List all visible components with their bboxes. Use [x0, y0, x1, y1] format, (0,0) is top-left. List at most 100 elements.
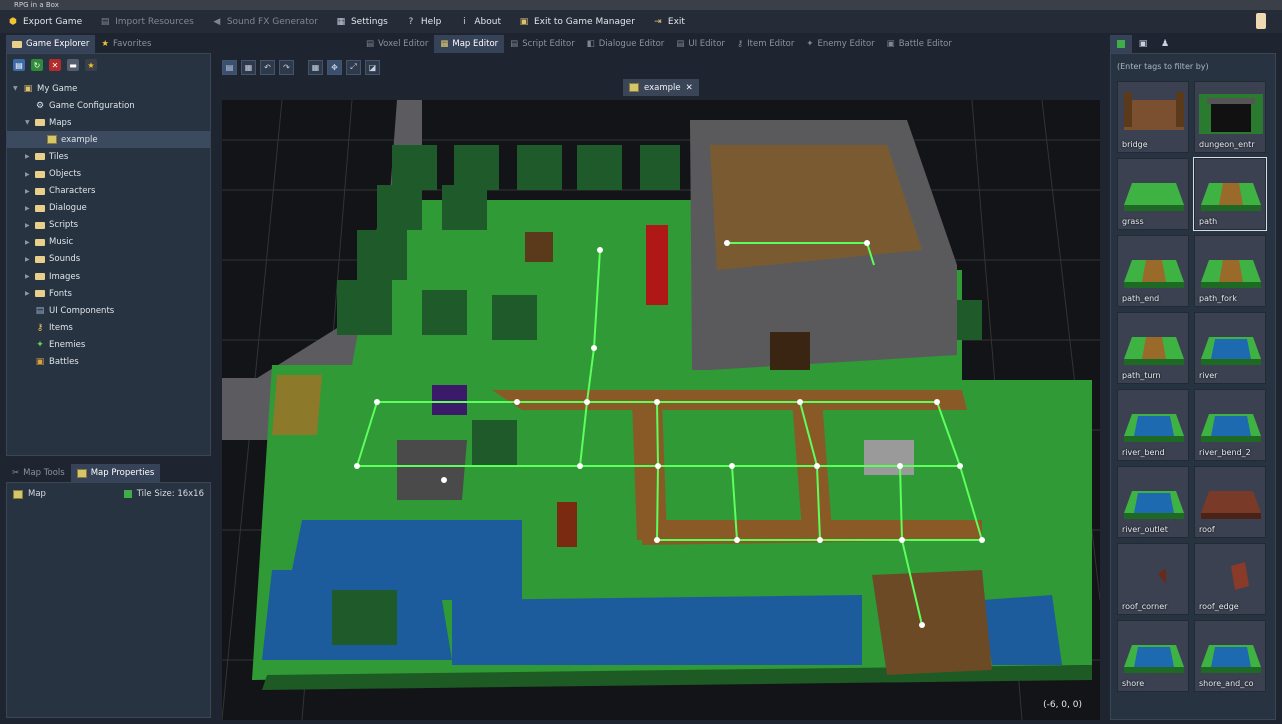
- tile-grass[interactable]: grass: [1117, 158, 1189, 230]
- menu-item-settings[interactable]: ▦ Settings: [336, 17, 388, 27]
- tile-river-outlet[interactable]: river_outlet: [1117, 466, 1189, 538]
- chevron-right-icon[interactable]: ▶: [25, 171, 31, 178]
- tree-item-music[interactable]: ▶ Music: [7, 234, 210, 251]
- chevron-right-icon[interactable]: ▶: [25, 205, 31, 212]
- camera-icon[interactable]: ◪: [365, 59, 380, 75]
- map-viewport[interactable]: (-6, 0, 0): [222, 100, 1100, 720]
- tile-river-bend-2[interactable]: river_bend_2: [1194, 389, 1266, 461]
- tree-item-enemies[interactable]: ✦ Enemies: [7, 336, 210, 353]
- menu-item-export-game[interactable]: ⬢ Export Game: [8, 17, 82, 27]
- tree-item-maps[interactable]: ▼ Maps: [7, 114, 210, 131]
- menu-item-import-resources[interactable]: ▤ Import Resources: [100, 17, 194, 27]
- chevron-right-icon[interactable]: ▶: [25, 188, 31, 195]
- tile-bridge[interactable]: bridge: [1117, 81, 1189, 153]
- menu-item-label: Import Resources: [115, 16, 194, 27]
- tab-favorites[interactable]: ★ Favorites: [95, 35, 157, 53]
- menu-item-help[interactable]: ? Help: [406, 17, 441, 27]
- tab-dialogue-editor[interactable]: ◧ Dialogue Editor: [581, 35, 671, 53]
- tile-river-bend[interactable]: river_bend: [1117, 389, 1189, 461]
- tab-game-explorer[interactable]: Game Explorer: [6, 35, 96, 53]
- tab-battle-editor[interactable]: ▣ Battle Editor: [881, 35, 958, 53]
- folder-icon: [12, 40, 22, 48]
- close-icon[interactable]: ✕: [686, 83, 693, 93]
- path-top: [492, 390, 967, 410]
- tab-characters[interactable]: ♟: [1154, 35, 1176, 53]
- tile-dungeon-entr[interactable]: dungeon_entr: [1194, 81, 1266, 153]
- chevron-right-icon[interactable]: ▶: [25, 239, 31, 246]
- tile-roof-corner[interactable]: roof_corner: [1117, 543, 1189, 615]
- menu-item-about[interactable]: i About: [459, 17, 501, 27]
- chevron-right-icon[interactable]: ▶: [25, 290, 31, 297]
- tree-item-label: Tiles: [49, 151, 69, 162]
- tab-script-editor[interactable]: ▤ Script Editor: [504, 35, 581, 53]
- tile-label: roof: [1199, 525, 1215, 534]
- tile-label: river_bend: [1122, 448, 1165, 457]
- redo-icon[interactable]: ↷: [279, 59, 294, 75]
- menu-item-label: Export Game: [23, 16, 83, 27]
- tab-map-editor[interactable]: ▦ Map Editor: [434, 35, 505, 53]
- tile-river[interactable]: river: [1194, 312, 1266, 384]
- chevron-down-icon[interactable]: ▼: [25, 119, 31, 126]
- tile-shore-and-co[interactable]: shore_and_co: [1194, 620, 1266, 692]
- tree-item-game-configuration[interactable]: ⚙ Game Configuration: [7, 97, 210, 114]
- chevron-down-icon[interactable]: ▼: [13, 85, 19, 92]
- document-tab-example[interactable]: example ✕: [623, 79, 699, 96]
- tile-path[interactable]: path: [1193, 157, 1267, 231]
- tree-item-images[interactable]: ▶ Images: [7, 268, 210, 285]
- tile-path-fork[interactable]: path_fork: [1194, 235, 1266, 307]
- tab-tiles[interactable]: [1110, 35, 1132, 53]
- tile-shore[interactable]: shore: [1117, 620, 1189, 692]
- tree-item-objects[interactable]: ▶ Objects: [7, 165, 210, 182]
- tile-label: shore_and_co: [1199, 679, 1254, 688]
- tile-roof[interactable]: roof: [1194, 466, 1266, 538]
- tree-item-example[interactable]: example: [7, 131, 210, 149]
- tab-objects[interactable]: ▣: [1132, 35, 1154, 53]
- fit-icon[interactable]: ⤢: [346, 59, 361, 75]
- tree-item-ui-components[interactable]: ▤ UI Components: [7, 302, 210, 319]
- tab-label: Favorites: [113, 39, 152, 49]
- chevron-right-icon[interactable]: ▶: [25, 222, 31, 229]
- tab-ui-editor[interactable]: ▤ UI Editor: [670, 35, 731, 53]
- new-file-icon[interactable]: ▤: [13, 59, 25, 71]
- collapse-icon[interactable]: ▬: [67, 59, 79, 71]
- map-scene[interactable]: [222, 100, 1100, 720]
- refresh-icon[interactable]: ↻: [31, 59, 43, 71]
- tile-roof-edge[interactable]: roof_edge: [1194, 543, 1266, 615]
- tile-path-end[interactable]: path_end: [1117, 235, 1189, 307]
- delete-icon[interactable]: ✕: [49, 59, 61, 71]
- tree-item-fonts[interactable]: ▶ Fonts: [7, 285, 210, 302]
- grid-icon[interactable]: ▦: [308, 59, 323, 75]
- menu-item-exit-to-game-manager[interactable]: ▣ Exit to Game Manager: [519, 17, 635, 27]
- tree-item-label: Characters: [49, 186, 96, 197]
- favorite-star-icon[interactable]: ★: [85, 59, 97, 71]
- menu-item-label: About: [474, 16, 501, 27]
- right-panel-tabs: ▣ ♟: [1110, 35, 1176, 53]
- chevron-right-icon[interactable]: ▶: [25, 153, 31, 160]
- menu-item-exit[interactable]: ⇥ Exit: [653, 17, 685, 27]
- tab-map-tools[interactable]: ✂ Map Tools: [6, 464, 71, 482]
- folder-icon: [35, 152, 45, 161]
- save-icon[interactable]: ▦: [241, 59, 256, 75]
- chevron-right-icon[interactable]: ▶: [25, 256, 31, 263]
- user-avatar-icon[interactable]: [1256, 13, 1266, 29]
- tree-item-tiles[interactable]: ▶ Tiles: [7, 148, 210, 165]
- tab-item-editor[interactable]: ⚷ Item Editor: [731, 35, 800, 53]
- tree-item-characters[interactable]: ▶ Characters: [7, 183, 210, 200]
- tree-item-my-game[interactable]: ▼ ▣ My Game: [7, 80, 210, 97]
- tree-item-battles[interactable]: ▣ Battles: [7, 354, 210, 371]
- tree-item-items[interactable]: ⚷ Items: [7, 319, 210, 336]
- tab-enemy-editor[interactable]: ✦ Enemy Editor: [800, 35, 880, 53]
- tab-voxel-editor[interactable]: ▤ Voxel Editor: [360, 35, 434, 53]
- tile-path-turn[interactable]: path_turn: [1117, 312, 1189, 384]
- tree-item-scripts[interactable]: ▶ Scripts: [7, 217, 210, 234]
- menu-item-sound-fx-generator[interactable]: ◀ Sound FX Generator: [212, 17, 318, 27]
- select-icon[interactable]: ✥: [327, 59, 342, 75]
- undo-icon[interactable]: ↶: [260, 59, 275, 75]
- tag-filter-input[interactable]: (Enter tags to filter by): [1115, 56, 1271, 76]
- tree-item-dialogue[interactable]: ▶ Dialogue: [7, 200, 210, 217]
- tab-map-properties[interactable]: Map Properties: [70, 464, 161, 482]
- tree-item-sounds[interactable]: ▶ Sounds: [7, 251, 210, 268]
- new-map-icon[interactable]: ▤: [222, 59, 237, 75]
- tab-label: Dialogue Editor: [598, 39, 665, 49]
- chevron-right-icon[interactable]: ▶: [25, 273, 31, 280]
